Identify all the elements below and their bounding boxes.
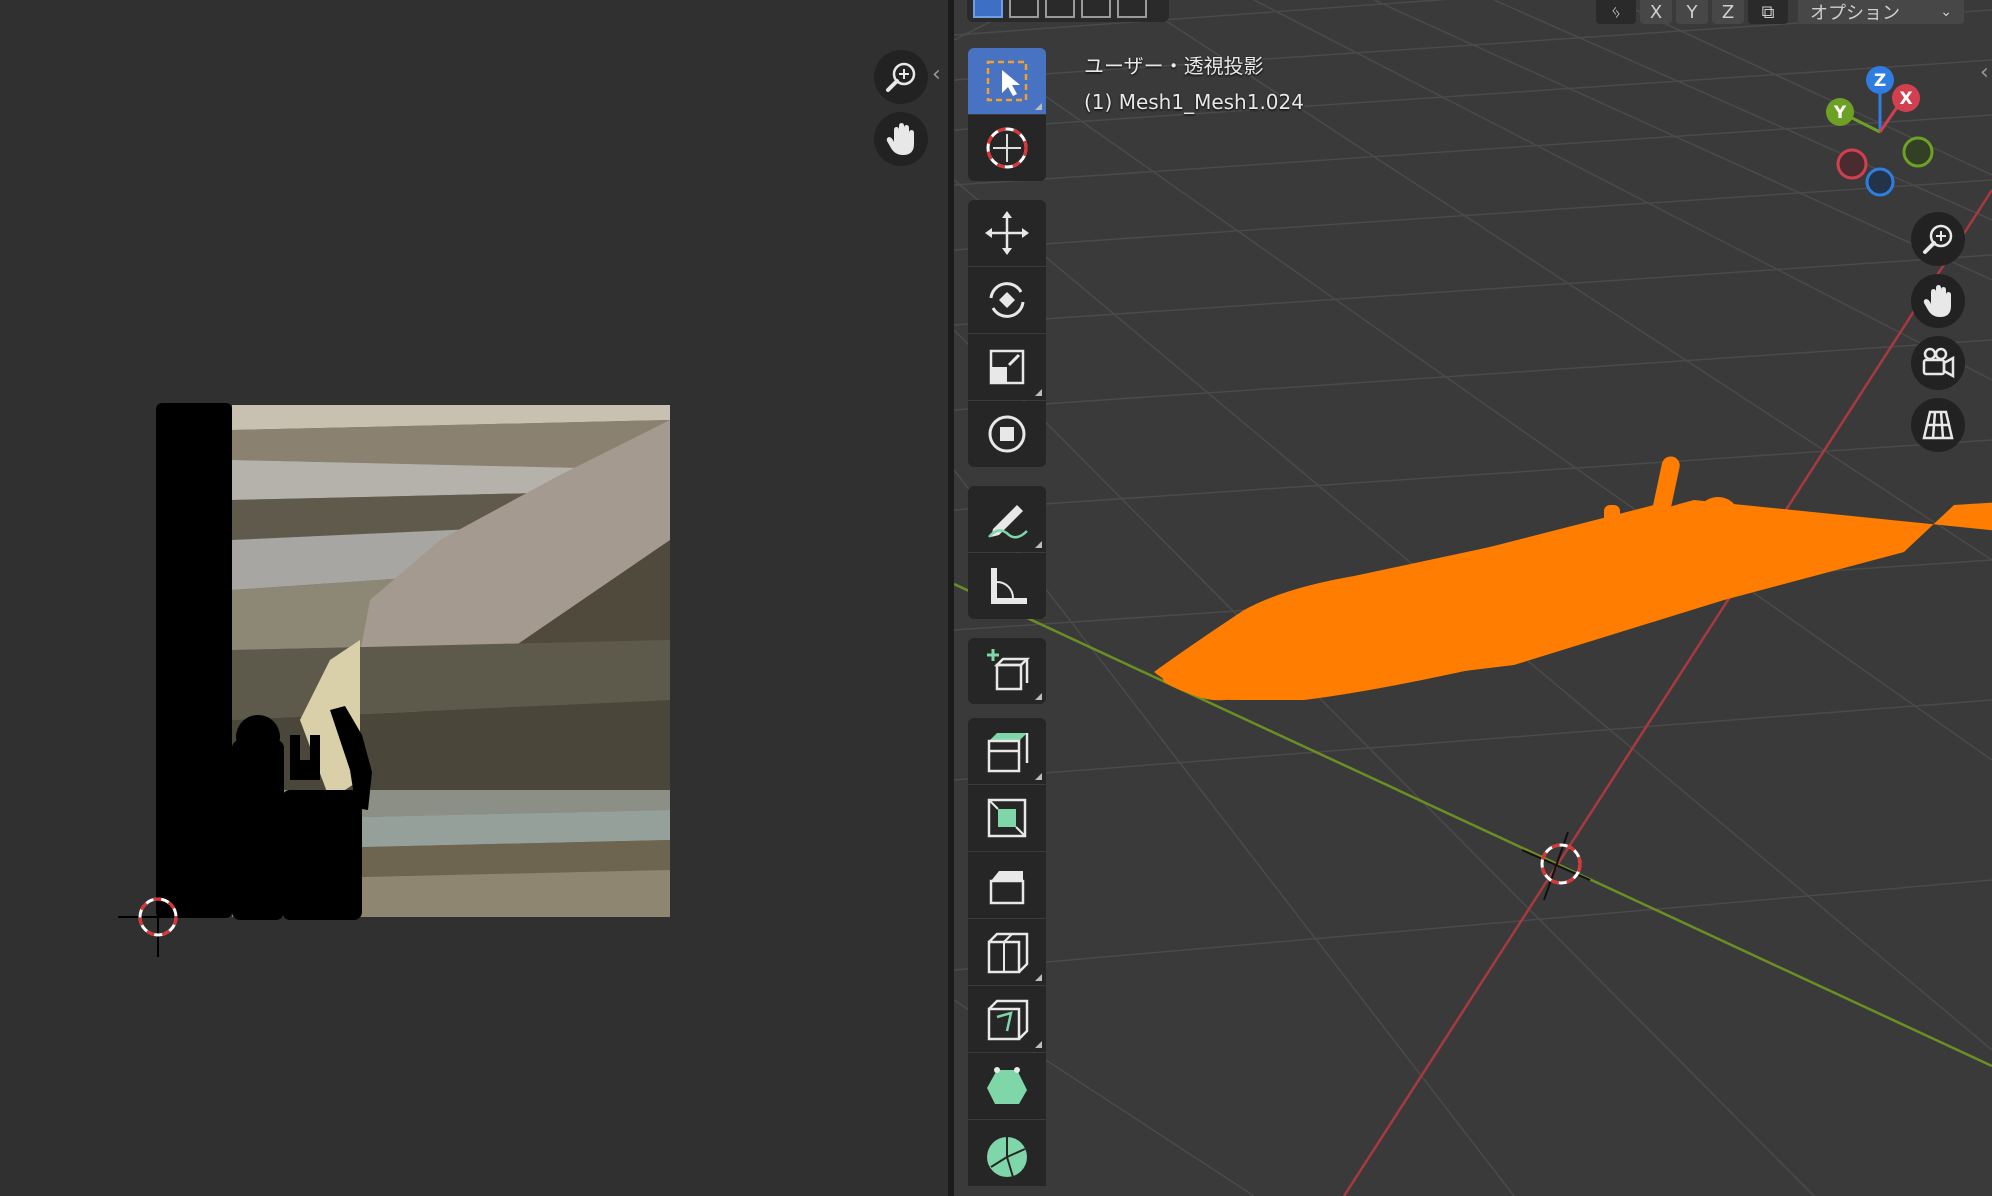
ortho-toggle-button[interactable]: [1911, 398, 1965, 452]
tool-annotate[interactable]: [968, 486, 1046, 552]
3d-cursor: [1521, 831, 1591, 901]
tool-poly-build[interactable]: [968, 1053, 1046, 1119]
zoom-in-icon: [886, 62, 916, 92]
bevel-icon: [989, 871, 1025, 905]
viewport-info-overlay: ユーザー・透視投影 (1) Mesh1_Mesh1.024: [1084, 48, 1304, 120]
3d-cursor-icon: [986, 127, 1028, 169]
select-subtract-icon[interactable]: [1045, 0, 1075, 18]
hand-icon: [1923, 285, 1951, 317]
mirror-y-button[interactable]: Y: [1676, 0, 1708, 24]
camera-view-button[interactable]: [1911, 336, 1965, 390]
chevron-left-icon: ‹: [932, 62, 941, 87]
3d-viewport[interactable]: ᛃ X Y Z ⧉ オプション ⌄ ユーザー・透視投影 (1) Mesh1_Me…: [954, 0, 1992, 1196]
tool-scale[interactable]: [968, 334, 1046, 400]
rotate-icon: [989, 282, 1025, 318]
options-label: オプション: [1810, 3, 1900, 24]
chevron-left-icon: ‹: [1980, 60, 1989, 85]
pencil-icon: [988, 505, 1028, 539]
hand-icon: [886, 123, 914, 155]
uv-zoom-button[interactable]: [874, 50, 928, 104]
transform-icon: [988, 415, 1026, 453]
tool-cursor[interactable]: [968, 115, 1046, 181]
loop-cut-icon: [987, 932, 1029, 974]
auto-merge-icon: ⧉: [1761, 1, 1775, 23]
uv-texture-canvas[interactable]: [0, 0, 948, 1196]
tool-add-cube[interactable]: [968, 638, 1046, 704]
inset-icon: [987, 798, 1027, 838]
mirror-z-button[interactable]: Z: [1712, 0, 1744, 24]
tool-inset[interactable]: [968, 785, 1046, 851]
active-object-name: (1) Mesh1_Mesh1.024: [1084, 90, 1304, 114]
gizmo-neg-x-axis[interactable]: [1836, 148, 1868, 180]
tool-knife[interactable]: [968, 986, 1046, 1052]
tool-loop-cut[interactable]: [968, 919, 1046, 985]
axis-x-label: X: [1649, 1, 1663, 23]
grid-view-icon: [1922, 410, 1954, 440]
view-name: ユーザー・透視投影: [1084, 54, 1264, 78]
x-axis-line: [1342, 189, 1992, 1196]
mirror-x-button[interactable]: X: [1640, 0, 1672, 24]
extrude-icon: [987, 733, 1029, 773]
butterfly-icon: ᛃ: [1610, 1, 1622, 23]
select-difference-icon[interactable]: [1081, 0, 1111, 18]
uv-sidebar-toggle[interactable]: ‹: [932, 64, 941, 86]
selected-mesh[interactable]: [1154, 500, 1992, 701]
viewport-header-right: ᛃ X Y Z ⧉ オプション ⌄: [1596, 0, 1992, 26]
tool-move[interactable]: [968, 200, 1046, 266]
knife-icon: [987, 999, 1029, 1041]
tool-measure[interactable]: [968, 553, 1046, 619]
options-dropdown[interactable]: オプション ⌄: [1798, 0, 1964, 24]
scale-icon: [989, 349, 1025, 385]
topology-mirror-toggle[interactable]: ⧉: [1748, 0, 1788, 24]
gizmo-neg-z-axis[interactable]: [1865, 167, 1895, 197]
cursor-select-icon: [986, 60, 1028, 102]
uv-pan-button[interactable]: [874, 112, 928, 166]
uv-editor-panel[interactable]: ‹: [0, 0, 948, 1196]
viewport-zoom-button[interactable]: [1911, 212, 1965, 266]
mirror-toggle[interactable]: ᛃ: [1596, 0, 1636, 24]
selection-mode-bar: [967, 0, 1169, 22]
camera-icon: [1922, 347, 1955, 379]
ruler-icon: [991, 568, 1027, 604]
tool-extrude[interactable]: [968, 718, 1046, 784]
viewport-sidebar-toggle[interactable]: ‹: [1980, 62, 1989, 84]
gizmo-z-label: Z: [1874, 71, 1886, 91]
gizmo-y-label: Y: [1833, 103, 1847, 123]
select-extend-icon[interactable]: [1009, 0, 1039, 18]
viewport-pan-button[interactable]: [1911, 274, 1965, 328]
navigation-gizmo[interactable]: Z Y X: [1814, 60, 1934, 200]
poly-build-icon: [987, 1067, 1027, 1104]
axis-y-label: Y: [1686, 1, 1698, 23]
add-cube-icon: [987, 649, 1031, 691]
gizmo-x-label: X: [1899, 89, 1912, 109]
tool-rotate[interactable]: [968, 267, 1046, 333]
tool-select-box[interactable]: [968, 48, 1046, 114]
chevron-down-icon: ⌄: [1940, 4, 1952, 20]
select-new-icon[interactable]: [973, 0, 1003, 18]
spin-icon: [987, 1137, 1027, 1177]
select-intersect-icon[interactable]: [1117, 0, 1147, 18]
tool-bevel[interactable]: [968, 852, 1046, 918]
tool-spin[interactable]: [968, 1120, 1046, 1186]
zoom-in-icon: [1923, 224, 1953, 254]
tool-transform[interactable]: [968, 401, 1046, 467]
axis-z-label: Z: [1721, 1, 1735, 23]
gizmo-neg-y-axis[interactable]: [1902, 136, 1934, 168]
move-icon: [985, 211, 1029, 255]
